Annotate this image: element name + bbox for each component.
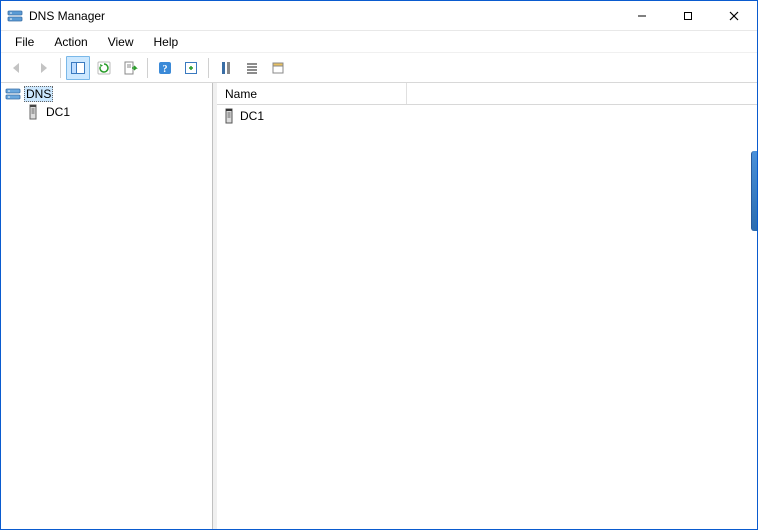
menu-action[interactable]: Action (44, 31, 97, 52)
menu-view[interactable]: View (98, 31, 144, 52)
dns-action-button-2[interactable] (240, 56, 264, 80)
window-title: DNS Manager (29, 9, 619, 23)
toolbar-separator (60, 58, 61, 78)
help-button[interactable]: ? (153, 56, 177, 80)
tree-node-dc1[interactable]: DC1 (3, 103, 210, 121)
forward-button[interactable] (31, 56, 55, 80)
menu-bar: File Action View Help (1, 31, 757, 53)
dns-root-icon (5, 86, 21, 102)
toolbar: ? (1, 53, 757, 83)
refresh-button[interactable] (92, 56, 116, 80)
titlebar: DNS Manager (1, 1, 757, 31)
list-item-dc1[interactable]: DC1 (219, 107, 755, 125)
maximize-button[interactable] (665, 1, 711, 30)
toolbar-separator (208, 58, 209, 78)
dns-action-button-1[interactable] (214, 56, 238, 80)
dns-action-button-3[interactable] (266, 56, 290, 80)
list-header: Name (217, 83, 757, 105)
svg-text:?: ? (163, 64, 168, 75)
tree-pane[interactable]: DNS DC1 (1, 83, 213, 529)
tree-node-label: DC1 (44, 105, 72, 119)
window-controls (619, 1, 757, 30)
tree-root-dns[interactable]: DNS (3, 85, 210, 103)
server-icon (221, 108, 237, 124)
close-button[interactable] (711, 1, 757, 30)
content-area: DNS DC1 Name (1, 83, 757, 529)
column-header-spacer (407, 83, 757, 104)
back-button[interactable] (5, 56, 29, 80)
column-header-name[interactable]: Name (217, 83, 407, 104)
tree-root-label: DNS (24, 86, 53, 102)
list-body[interactable]: DC1 (217, 105, 757, 529)
toolbar-separator (147, 58, 148, 78)
server-icon (25, 104, 41, 120)
app-icon (7, 8, 23, 24)
export-list-button[interactable] (118, 56, 142, 80)
list-pane: Name DC1 (217, 83, 757, 529)
edge-tab[interactable] (751, 151, 757, 231)
list-item-label: DC1 (240, 109, 264, 123)
show-hide-tree-button[interactable] (66, 56, 90, 80)
menu-file[interactable]: File (5, 31, 44, 52)
minimize-button[interactable] (619, 1, 665, 30)
properties-button[interactable] (179, 56, 203, 80)
menu-help[interactable]: Help (144, 31, 189, 52)
